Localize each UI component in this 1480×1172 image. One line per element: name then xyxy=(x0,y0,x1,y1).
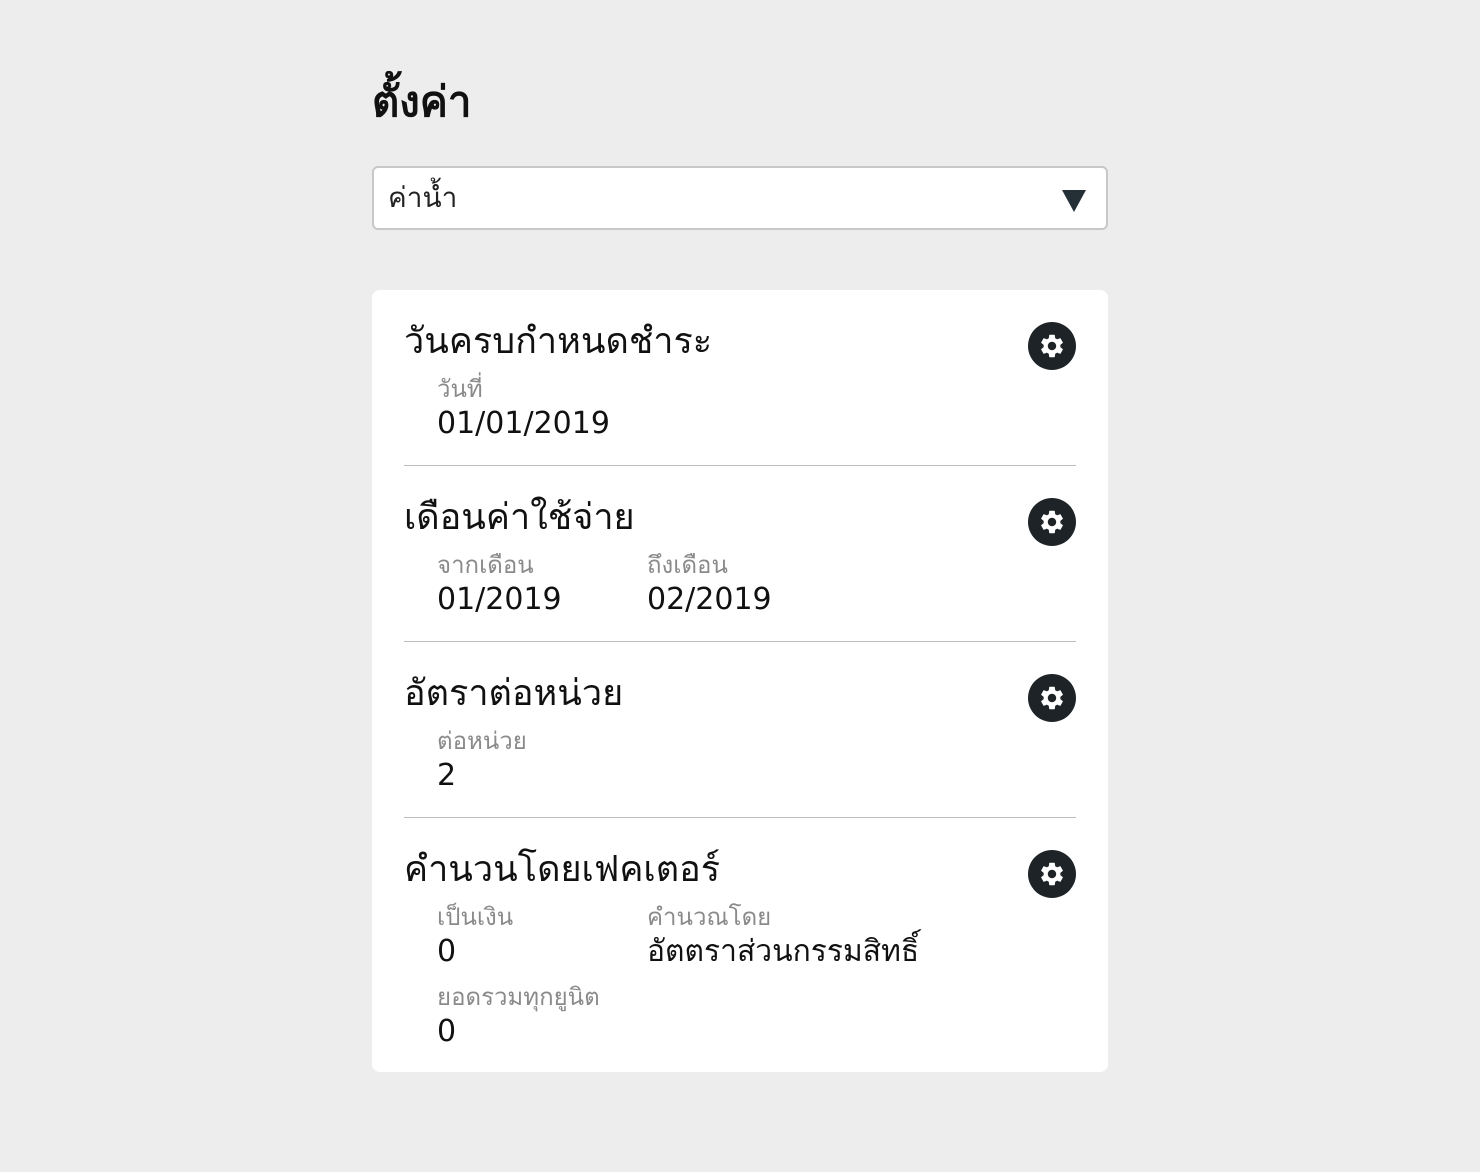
gear-icon xyxy=(1041,510,1063,534)
field-value: อัตตราส่วนกรรมสิทธิ์ xyxy=(647,934,920,969)
field-value: 01/01/2019 xyxy=(437,406,610,441)
field-value: 01/2019 xyxy=(437,582,562,617)
field-label: วันที่ xyxy=(437,375,483,403)
section-title: วันครบกำหนดชำระ xyxy=(404,321,713,362)
field-value: 02/2019 xyxy=(647,582,772,617)
field-value: 2 xyxy=(437,758,457,793)
section-factor-calculation: คำนวนโดยเฟคเตอร์ เป็นเงิน 0 คำนวณโดย อัต… xyxy=(404,818,1076,1072)
gear-icon xyxy=(1041,686,1063,710)
field-label: จากเดือน xyxy=(437,551,534,579)
field-value: 0 xyxy=(437,934,457,969)
utility-type-select[interactable]: ค่าน้ำ xyxy=(372,166,1108,230)
field-label: เป็นเงิน xyxy=(437,903,514,931)
field-label: คำนวณโดย xyxy=(647,903,772,931)
section-expense-month: เดือนค่าใช้จ่าย จากเดือน 01/2019 ถึงเดือ… xyxy=(404,466,1076,641)
field-label: ยอดรวมทุกยูนิต xyxy=(437,983,600,1011)
gear-icon xyxy=(1041,862,1063,886)
select-value: ค่าน้ำ xyxy=(388,181,458,214)
factor-calculation-settings-button[interactable] xyxy=(1028,850,1076,898)
unit-rate-settings-button[interactable] xyxy=(1028,674,1076,722)
due-date-settings-button[interactable] xyxy=(1028,322,1076,370)
field-label: ต่อหน่วย xyxy=(437,727,527,755)
field-value: 0 xyxy=(437,1014,457,1049)
section-title: คำนวนโดยเฟคเตอร์ xyxy=(404,849,721,890)
chevron-down-icon xyxy=(1062,190,1086,212)
expense-month-settings-button[interactable] xyxy=(1028,498,1076,546)
section-title: อัตราต่อหน่วย xyxy=(404,673,624,714)
gear-icon xyxy=(1041,334,1063,358)
page-title: ตั้งค่า xyxy=(372,77,472,126)
section-title: เดือนค่าใช้จ่าย xyxy=(404,497,635,538)
section-due-date: วันครบกำหนดชำระ วันที่ 01/01/2019 xyxy=(404,290,1076,465)
section-unit-rate: อัตราต่อหน่วย ต่อหน่วย 2 xyxy=(404,642,1076,817)
settings-card: วันครบกำหนดชำระ วันที่ 01/01/2019 เดือนค… xyxy=(372,290,1108,1072)
field-label: ถึงเดือน xyxy=(647,551,728,579)
